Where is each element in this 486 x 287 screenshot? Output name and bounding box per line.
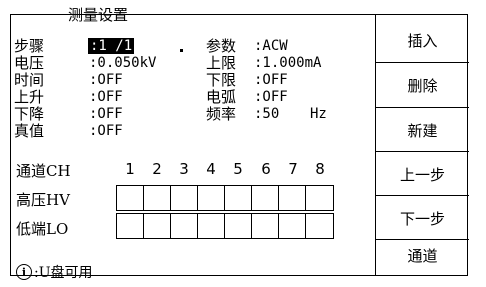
field-value-lower-limit[interactable]: :OFF <box>254 72 288 88</box>
field-value-true-value[interactable]: :OFF <box>89 123 123 139</box>
high-voltage-label: 高压HV <box>16 191 70 209</box>
hv-cell-5[interactable] <box>225 186 252 210</box>
channel-number-4: 4 <box>206 160 216 178</box>
hv-cell-1[interactable] <box>117 186 144 210</box>
hv-cell-4[interactable] <box>198 186 225 210</box>
channel-number-3: 3 <box>179 160 189 178</box>
field-value-step[interactable]: :1 /1 <box>88 38 135 54</box>
hv-cell-7[interactable] <box>279 186 306 210</box>
lo-cell-5[interactable] <box>225 214 252 238</box>
new-button[interactable]: 新建 <box>376 109 469 152</box>
hv-cell-6[interactable] <box>252 186 279 210</box>
low-end-grid <box>116 213 334 239</box>
sidebar-divider <box>376 195 469 196</box>
insert-button[interactable]: 插入 <box>376 19 469 62</box>
channel-label: 通道CH <box>16 162 71 180</box>
cursor-dot <box>180 49 183 52</box>
lo-cell-1[interactable] <box>117 214 144 238</box>
info-icon: i <box>16 264 32 280</box>
status-bar: i :U盘可用 <box>16 262 93 282</box>
lo-cell-4[interactable] <box>198 214 225 238</box>
field-value-time[interactable]: :OFF <box>89 72 123 88</box>
channel-number-7: 7 <box>288 160 298 178</box>
field-value-upper-limit[interactable]: :1.000mA <box>254 55 321 71</box>
lo-cell-8[interactable] <box>306 214 333 238</box>
lo-cell-2[interactable] <box>144 214 171 238</box>
field-label-frequency: 频率 <box>206 105 237 123</box>
channel-number-8: 8 <box>315 160 325 178</box>
field-value-param[interactable]: :ACW <box>254 38 288 54</box>
field-label-voltage: 电压 <box>14 54 45 72</box>
field-value-voltage[interactable]: :0.050kV <box>89 55 156 71</box>
channel-number-1: 1 <box>125 160 135 178</box>
field-label-true-value: 真值 <box>14 122 45 140</box>
channel-number-2: 2 <box>152 160 162 178</box>
high-voltage-grid <box>116 185 334 211</box>
field-label-step: 步骤 <box>14 37 45 55</box>
channel-number-5: 5 <box>233 160 243 178</box>
hv-cell-8[interactable] <box>306 186 333 210</box>
softkey-sidebar: 插入 删除 新建 上一步 下一步 通道 <box>375 14 469 277</box>
field-label-upper-limit: 上限 <box>206 54 237 72</box>
panel-title: 测量设置 <box>68 6 129 24</box>
field-value-fall[interactable]: :OFF <box>89 106 123 122</box>
delete-button[interactable]: 删除 <box>376 64 469 107</box>
frequency-unit: Hz <box>310 106 327 122</box>
field-value-frequency[interactable]: :50 <box>254 106 279 122</box>
hv-cell-3[interactable] <box>171 186 198 210</box>
field-frequency[interactable]: 频率 :50 Hz <box>206 106 331 122</box>
field-label-rise: 上升 <box>14 88 45 106</box>
sidebar-divider <box>376 107 469 108</box>
field-label-time: 时间 <box>14 71 45 89</box>
field-value-arc[interactable]: :OFF <box>254 89 288 105</box>
field-label-lower-limit: 下限 <box>206 71 237 89</box>
previous-step-button[interactable]: 上一步 <box>376 153 469 196</box>
field-label-arc: 电弧 <box>206 88 237 106</box>
low-end-label: 低端LO <box>16 220 69 238</box>
lo-cell-7[interactable] <box>279 214 306 238</box>
field-label-param: 参数 <box>206 37 237 55</box>
lo-cell-3[interactable] <box>171 214 198 238</box>
sidebar-divider <box>376 62 469 63</box>
channel-number-6: 6 <box>261 160 271 178</box>
sidebar-divider <box>376 151 469 152</box>
lo-cell-6[interactable] <box>252 214 279 238</box>
status-text: :U盘可用 <box>34 265 93 281</box>
field-value-rise[interactable]: :OFF <box>89 89 123 105</box>
field-label-fall: 下降 <box>14 105 45 123</box>
channel-button[interactable]: 通道 <box>376 234 469 277</box>
hv-cell-2[interactable] <box>144 186 171 210</box>
